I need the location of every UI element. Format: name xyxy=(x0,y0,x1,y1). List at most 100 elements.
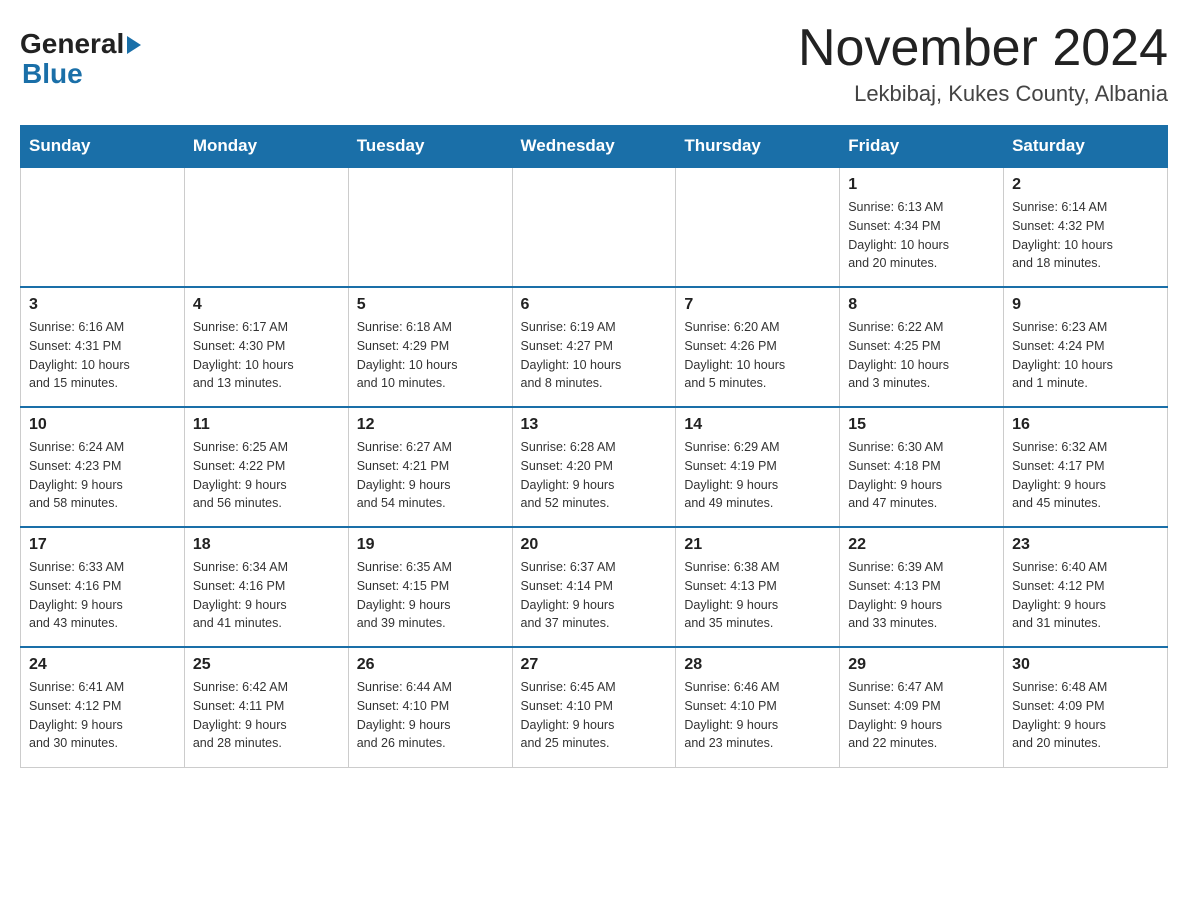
day-info: Sunrise: 6:32 AM Sunset: 4:17 PM Dayligh… xyxy=(1012,438,1159,513)
calendar-cell: 30 Sunrise: 6:48 AM Sunset: 4:09 PM Dayli… xyxy=(1004,647,1168,767)
day-number: 22 xyxy=(848,536,995,554)
calendar-cell: 19Sunrise: 6:35 AM Sunset: 4:15 PM Dayli… xyxy=(348,527,512,647)
day-info: Sunrise: 6:48 AM Sunset: 4:09 PM Dayligh… xyxy=(1012,678,1159,753)
day-info: Sunrise: 6:28 AM Sunset: 4:20 PM Dayligh… xyxy=(521,438,668,513)
calendar-cell: 16 Sunrise: 6:32 AM Sunset: 4:17 PM Dayli… xyxy=(1004,407,1168,527)
day-info: Sunrise: 6:34 AM Sunset: 4:16 PM Dayligh… xyxy=(193,558,340,633)
calendar-cell xyxy=(184,167,348,287)
calendar-cell: 6Sunrise: 6:19 AM Sunset: 4:27 PM Daylig… xyxy=(512,287,676,407)
day-number: 27 xyxy=(521,656,668,674)
day-number: 1 xyxy=(848,176,995,194)
day-info: Sunrise: 6:27 AM Sunset: 4:21 PM Dayligh… xyxy=(357,438,504,513)
calendar-cell xyxy=(512,167,676,287)
calendar-cell: 1 Sunrise: 6:13 AM Sunset: 4:34 PM Daylig… xyxy=(840,167,1004,287)
location-subtitle: Lekbibaj, Kukes County, Albania xyxy=(798,81,1168,107)
day-info: Sunrise: 6:16 AM Sunset: 4:31 PM Dayligh… xyxy=(29,318,176,393)
calendar-cell: 28 Sunrise: 6:46 AM Sunset: 4:10 PM Dayli… xyxy=(676,647,840,767)
day-info: Sunrise: 6:47 AM Sunset: 4:09 PM Dayligh… xyxy=(848,678,995,753)
day-number: 28 xyxy=(684,656,831,674)
calendar-cell: 25 Sunrise: 6:42 AM Sunset: 4:11 PM Dayli… xyxy=(184,647,348,767)
day-info: Sunrise: 6:38 AM Sunset: 4:13 PM Dayligh… xyxy=(684,558,831,633)
calendar-cell: 27 Sunrise: 6:45 AM Sunset: 4:10 PM Dayli… xyxy=(512,647,676,767)
calendar-cell: 5Sunrise: 6:18 AM Sunset: 4:29 PM Daylig… xyxy=(348,287,512,407)
calendar-cell: 12 Sunrise: 6:27 AM Sunset: 4:21 PM Dayli… xyxy=(348,407,512,527)
logo-general: General xyxy=(20,30,124,58)
day-number: 30 xyxy=(1012,656,1159,674)
weekday-header-friday: Friday xyxy=(840,126,1004,168)
day-info: Sunrise: 6:37 AM Sunset: 4:14 PM Dayligh… xyxy=(521,558,668,633)
day-info: Sunrise: 6:17 AM Sunset: 4:30 PM Dayligh… xyxy=(193,318,340,393)
calendar-cell: 4Sunrise: 6:17 AM Sunset: 4:30 PM Daylig… xyxy=(184,287,348,407)
day-info: Sunrise: 6:20 AM Sunset: 4:26 PM Dayligh… xyxy=(684,318,831,393)
day-info: Sunrise: 6:46 AM Sunset: 4:10 PM Dayligh… xyxy=(684,678,831,753)
logo-blue: Blue xyxy=(22,58,83,90)
day-info: Sunrise: 6:44 AM Sunset: 4:10 PM Dayligh… xyxy=(357,678,504,753)
calendar-cell: 8 Sunrise: 6:22 AM Sunset: 4:25 PM Daylig… xyxy=(840,287,1004,407)
day-info: Sunrise: 6:23 AM Sunset: 4:24 PM Dayligh… xyxy=(1012,318,1159,393)
day-number: 2 xyxy=(1012,176,1159,194)
weekday-header-saturday: Saturday xyxy=(1004,126,1168,168)
week-row-5: 24Sunrise: 6:41 AM Sunset: 4:12 PM Dayli… xyxy=(21,647,1168,767)
day-number: 9 xyxy=(1012,296,1159,314)
calendar-cell: 18 Sunrise: 6:34 AM Sunset: 4:16 PM Dayli… xyxy=(184,527,348,647)
day-number: 10 xyxy=(29,416,176,434)
day-number: 18 xyxy=(193,536,340,554)
day-info: Sunrise: 6:13 AM Sunset: 4:34 PM Dayligh… xyxy=(848,198,995,273)
day-number: 5 xyxy=(357,296,504,314)
calendar-cell: 11 Sunrise: 6:25 AM Sunset: 4:22 PM Dayli… xyxy=(184,407,348,527)
calendar-cell: 13Sunrise: 6:28 AM Sunset: 4:20 PM Dayli… xyxy=(512,407,676,527)
day-number: 23 xyxy=(1012,536,1159,554)
day-number: 12 xyxy=(357,416,504,434)
weekday-header-tuesday: Tuesday xyxy=(348,126,512,168)
day-info: Sunrise: 6:19 AM Sunset: 4:27 PM Dayligh… xyxy=(521,318,668,393)
day-info: Sunrise: 6:22 AM Sunset: 4:25 PM Dayligh… xyxy=(848,318,995,393)
day-number: 14 xyxy=(684,416,831,434)
header: General Blue November 2024 Lekbibaj, Kuk… xyxy=(20,20,1168,107)
calendar-cell: 17Sunrise: 6:33 AM Sunset: 4:16 PM Dayli… xyxy=(21,527,185,647)
day-number: 7 xyxy=(684,296,831,314)
day-number: 20 xyxy=(521,536,668,554)
calendar-table: SundayMondayTuesdayWednesdayThursdayFrid… xyxy=(20,125,1168,768)
day-info: Sunrise: 6:29 AM Sunset: 4:19 PM Dayligh… xyxy=(684,438,831,513)
day-number: 26 xyxy=(357,656,504,674)
day-number: 29 xyxy=(848,656,995,674)
weekday-header-monday: Monday xyxy=(184,126,348,168)
day-number: 25 xyxy=(193,656,340,674)
day-number: 11 xyxy=(193,416,340,434)
calendar-cell: 24Sunrise: 6:41 AM Sunset: 4:12 PM Dayli… xyxy=(21,647,185,767)
calendar-cell: 22 Sunrise: 6:39 AM Sunset: 4:13 PM Dayli… xyxy=(840,527,1004,647)
day-info: Sunrise: 6:25 AM Sunset: 4:22 PM Dayligh… xyxy=(193,438,340,513)
calendar-cell xyxy=(21,167,185,287)
weekday-header-thursday: Thursday xyxy=(676,126,840,168)
weekday-header-wednesday: Wednesday xyxy=(512,126,676,168)
week-row-4: 17Sunrise: 6:33 AM Sunset: 4:16 PM Dayli… xyxy=(21,527,1168,647)
calendar-cell: 26 Sunrise: 6:44 AM Sunset: 4:10 PM Dayli… xyxy=(348,647,512,767)
calendar-cell: 9 Sunrise: 6:23 AM Sunset: 4:24 PM Daylig… xyxy=(1004,287,1168,407)
day-number: 21 xyxy=(684,536,831,554)
calendar-cell xyxy=(348,167,512,287)
calendar-cell: 21 Sunrise: 6:38 AM Sunset: 4:13 PM Dayli… xyxy=(676,527,840,647)
day-info: Sunrise: 6:24 AM Sunset: 4:23 PM Dayligh… xyxy=(29,438,176,513)
title-area: November 2024 Lekbibaj, Kukes County, Al… xyxy=(798,20,1168,107)
day-info: Sunrise: 6:39 AM Sunset: 4:13 PM Dayligh… xyxy=(848,558,995,633)
day-number: 8 xyxy=(848,296,995,314)
day-number: 17 xyxy=(29,536,176,554)
day-info: Sunrise: 6:45 AM Sunset: 4:10 PM Dayligh… xyxy=(521,678,668,753)
week-row-3: 10 Sunrise: 6:24 AM Sunset: 4:23 PM Dayli… xyxy=(21,407,1168,527)
day-number: 24 xyxy=(29,656,176,674)
day-info: Sunrise: 6:14 AM Sunset: 4:32 PM Dayligh… xyxy=(1012,198,1159,273)
day-info: Sunrise: 6:40 AM Sunset: 4:12 PM Dayligh… xyxy=(1012,558,1159,633)
day-info: Sunrise: 6:30 AM Sunset: 4:18 PM Dayligh… xyxy=(848,438,995,513)
day-number: 16 xyxy=(1012,416,1159,434)
week-row-1: 1 Sunrise: 6:13 AM Sunset: 4:34 PM Daylig… xyxy=(21,167,1168,287)
calendar-cell: 14 Sunrise: 6:29 AM Sunset: 4:19 PM Dayli… xyxy=(676,407,840,527)
calendar-cell: 15 Sunrise: 6:30 AM Sunset: 4:18 PM Dayli… xyxy=(840,407,1004,527)
weekday-header-sunday: Sunday xyxy=(21,126,185,168)
logo-arrow-icon xyxy=(127,36,141,54)
day-info: Sunrise: 6:35 AM Sunset: 4:15 PM Dayligh… xyxy=(357,558,504,633)
day-info: Sunrise: 6:42 AM Sunset: 4:11 PM Dayligh… xyxy=(193,678,340,753)
calendar-cell: 3 Sunrise: 6:16 AM Sunset: 4:31 PM Daylig… xyxy=(21,287,185,407)
day-number: 15 xyxy=(848,416,995,434)
calendar-cell: 2 Sunrise: 6:14 AM Sunset: 4:32 PM Daylig… xyxy=(1004,167,1168,287)
day-number: 3 xyxy=(29,296,176,314)
